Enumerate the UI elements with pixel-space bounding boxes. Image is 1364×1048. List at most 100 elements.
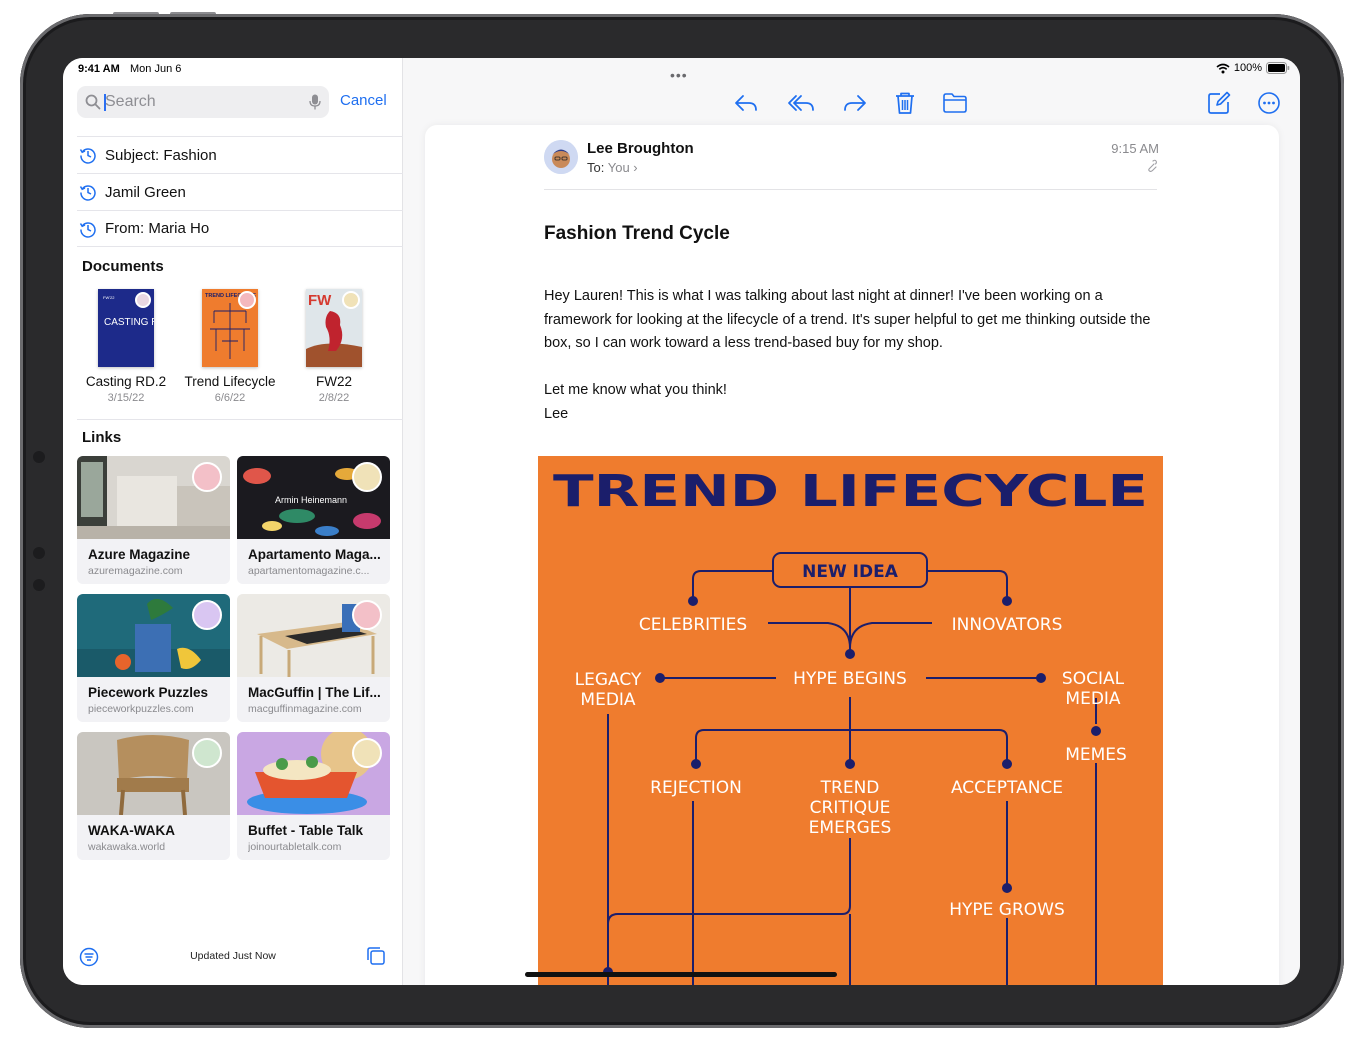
message-closing: Let me know what you think! [544,382,727,398]
history-icon [79,148,96,164]
link-url: wakawaka.world [88,841,166,853]
memoji-avatar [544,140,578,174]
microphone-icon[interactable] [309,94,321,110]
recent-search-item[interactable]: From: Maria Ho [77,210,403,247]
avatar [238,291,256,309]
node-legacy-media: LEGACY [575,670,642,690]
search-input[interactable] [105,90,295,114]
node-trend-critique: TREND [820,778,880,798]
avatar [352,462,382,492]
link-card[interactable]: WAKA-WAKA wakawaka.world [77,732,230,860]
reply-icon[interactable] [733,90,759,116]
trash-icon[interactable] [892,90,918,116]
recent-search-label: Subject: Fashion [105,146,217,164]
recipient-row[interactable]: To: You › [587,160,638,175]
status-time: 9:41 AM [78,63,120,75]
header-divider [544,189,1157,190]
document-thumbnail: TREND LIFECYCLE [202,289,258,367]
node-new-idea: NEW IDEA [802,562,899,582]
document-name: Casting RD.2 [85,374,167,389]
sender-avatar[interactable] [544,140,578,174]
document-date: 6/6/22 [214,392,246,404]
recent-search-item[interactable]: Subject: Fashion [77,136,403,173]
attachment-icon [1148,159,1157,172]
camera-dot [33,547,45,559]
node-celebrities: CELEBRITIES [639,615,747,635]
document-name: FW22 [315,374,352,389]
recent-search-label: From: Maria Ho [105,220,210,237]
link-url: apartamentomagazine.c... [248,565,370,577]
document-thumbnail: FW'22 CASTING RD.2 SELECTS [98,289,154,367]
search-field[interactable] [77,86,329,118]
history-icon [79,185,96,201]
document-date: 3/15/22 [107,392,145,404]
cover-text: FW [308,292,332,309]
sender-name[interactable]: Lee Broughton [587,140,694,157]
link-card[interactable]: Buffet - Table Talk joinourtabletalk.com [237,732,390,860]
chevron-right-icon: › [633,160,638,175]
link-title: Buffet - Table Talk [248,823,364,838]
document-date: 2/8/22 [318,392,350,404]
reply-all-icon[interactable] [786,90,816,116]
link-title: Piecework Puzzles [88,685,209,700]
cancel-button[interactable]: Cancel [340,92,387,109]
more-icon[interactable] [1256,90,1282,116]
link-title: MacGuffin | The Lif... [248,685,381,700]
battery-icon [1266,62,1290,74]
mailboxes-icon[interactable] [365,945,387,967]
node-innovators: INNOVATORS [952,615,1063,635]
svg-text:FW'22: FW'22 [103,295,115,300]
recent-search-label: Jamil Green [105,183,186,201]
avatar [352,600,382,630]
document-item[interactable]: FW FW22 2/8/22 [284,289,384,404]
message-pane: ••• 100% Lee Broughton To: You › 9:15 AM… [403,58,1300,985]
forward-icon[interactable] [842,90,868,116]
message-card: Lee Broughton To: You › 9:15 AM Fashion … [425,125,1279,985]
history-icon [79,221,96,238]
message-subject: Fashion Trend Cycle [544,223,730,244]
link-card[interactable]: Piecework Puzzles pieceworkpuzzles.com [77,594,230,722]
battery-percent: 100% [1233,62,1262,74]
poster-title: TREND LIFECYCLE [553,466,1148,517]
update-status: Updated Just Now [190,950,276,962]
document-item[interactable]: FW'22 CASTING RD.2 SELECTS Casting RD.2 … [76,289,176,404]
folder-icon[interactable] [942,90,968,116]
compose-icon[interactable] [1206,90,1232,116]
avatar [135,292,151,308]
documents-heading: Documents [82,258,164,275]
link-card[interactable]: MacGuffin | The Lif... macguffinmagazine… [237,594,390,722]
links-heading: Links [82,429,122,446]
sidebar-bottom-bar: Updated Just Now [63,925,403,985]
recent-search-item[interactable]: Jamil Green [77,173,403,210]
home-indicator[interactable] [525,972,837,977]
camera-dot [33,579,45,591]
link-card[interactable]: Armin Heinemann Apartamento Maga... apar… [237,456,390,584]
node-legacy-media: MEDIA [580,690,636,710]
to-label: To: [587,160,605,175]
image-overlay-text: Armin Heinemann [275,495,347,505]
node-trend-critique: CRITIQUE [810,798,891,818]
link-url: macguffinmagazine.com [248,703,362,715]
document-item[interactable]: TREND LIFECYCLE Trend Lifecycle 6/6/22 [180,289,280,404]
node-memes: MEMES [1065,745,1127,765]
node-hype-grows: HYPE GROWS [949,900,1065,920]
divider [77,419,403,420]
search-sidebar: 9:41 AM Mon Jun 6 Cancel Subject: Fashio… [63,58,403,985]
node-social-media: MEDIA [1065,689,1121,709]
avatar [342,291,360,309]
node-trend-critique: EMERGES [809,818,892,838]
avatar [352,738,382,768]
status-date: Mon Jun 6 [130,63,182,75]
cover-text: CASTING RD.2 SELECTS [104,317,154,328]
trend-lifecycle-attachment[interactable]: TREND LIFECYCLE NEW IDEA CELEBRITIES INN… [538,456,1163,985]
link-url: pieceworkpuzzles.com [88,703,194,715]
node-acceptance: ACCEPTANCE [951,778,1063,798]
node-hype-begins: HYPE BEGINS [793,669,907,689]
link-title: Azure Magazine [88,547,191,562]
message-body: Hey Lauren! This is what I was talking a… [544,288,1151,351]
avatar [192,600,222,630]
link-card[interactable]: Azure Magazine azuremagazine.com [77,456,230,584]
screen: 9:41 AM Mon Jun 6 Cancel Subject: Fashio… [63,58,1300,985]
document-thumbnail: FW [306,289,362,367]
multitasking-dots-icon[interactable]: ••• [670,67,688,83]
